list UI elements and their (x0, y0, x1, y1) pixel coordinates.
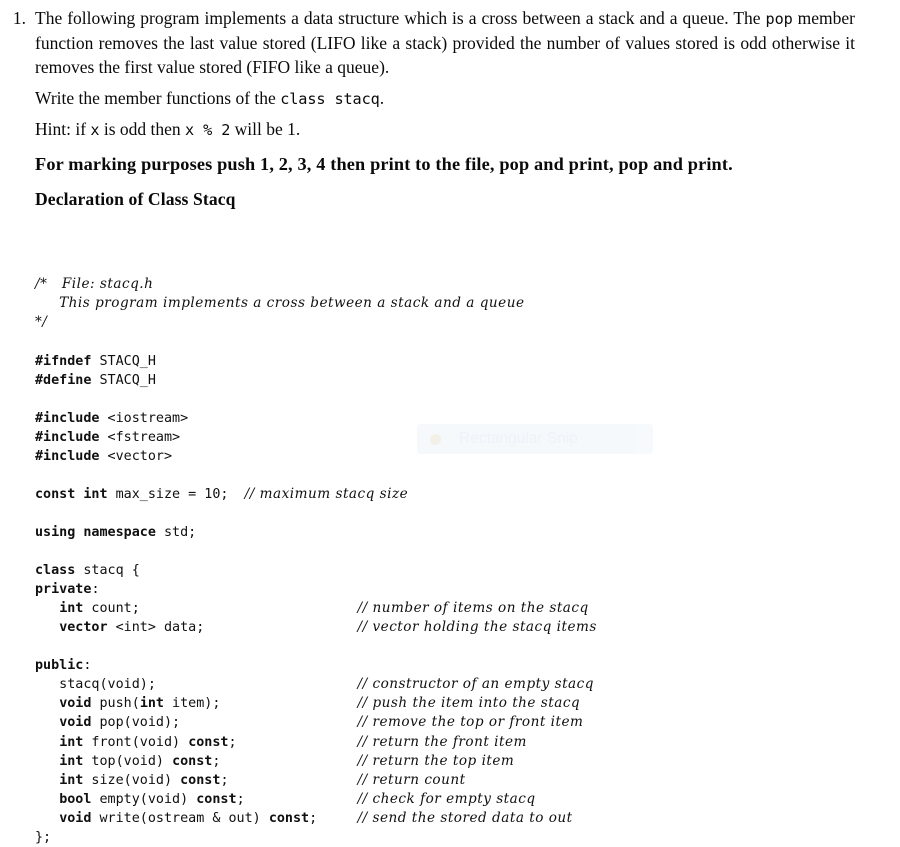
code-line: void pop(void); // remove the top or fro… (59, 714, 584, 731)
inline-code-class-stacq: class stacq (280, 89, 380, 108)
code-line: public: (35, 658, 92, 674)
code-line: class stacq { (35, 563, 140, 579)
paragraph-write-members: Write the member functions of the class … (35, 80, 855, 111)
code-line: }; (35, 829, 52, 845)
problem-body: The following program implements a data … (35, 0, 855, 210)
code-listing: /* File: stacq.h This program implements… (35, 275, 895, 846)
problem-block: 1. The following program implements a da… (0, 0, 900, 210)
paragraph-hint-part-a: Hint: if (35, 118, 91, 139)
paragraph-hint-part-c: will be 1. (230, 118, 301, 139)
code-line: stacq(void); // constructor of an empty … (35, 676, 594, 693)
code-line: #include <iostream> (35, 410, 189, 426)
marking-note: For marking purposes push 1, 2, 3, 4 the… (35, 154, 733, 175)
paragraph-write-part-b: . (379, 87, 385, 108)
code-line: */ (35, 314, 48, 331)
code-line: int front(void) const; // return the fro… (59, 733, 527, 750)
code-line: #include <vector> (35, 448, 173, 464)
code-line: private: (35, 582, 100, 598)
code-line: #ifndef STACQ_H (35, 353, 156, 369)
paragraph-intro-part-a: The following program implements a data … (35, 8, 766, 28)
inline-code-x-mod-2: x % 2 (185, 120, 231, 139)
code-line: This program implements a cross between … (35, 295, 525, 312)
section-heading-declaration: Declaration of Class Stacq (35, 188, 236, 209)
paragraph-write-part-a: Write the member functions of the (35, 87, 281, 108)
paragraph-intro: The following program implements a data … (35, 0, 855, 80)
code-line: /* File: stacq.h (35, 276, 154, 293)
code-line: void push(int item); // push the item in… (59, 695, 581, 712)
code-line: #include <fstream> (35, 429, 181, 445)
paragraph-hint: Hint: if x is odd then x % 2 will be 1. (35, 111, 855, 142)
code-line: #define STACQ_H (35, 372, 156, 388)
code-line: int top(void) const; // return the top i… (59, 752, 515, 769)
code-line: int count; // number of items on the sta… (59, 600, 589, 617)
inline-code-pop: pop (765, 10, 793, 28)
code-line: bool empty(void) const; // check for emp… (59, 790, 536, 807)
paragraph-hint-part-b: is odd then (99, 118, 186, 139)
problem-row: 1. The following program implements a da… (0, 0, 900, 210)
code-line: void write(ostream & out) const; // send… (59, 809, 573, 826)
code-line: const int max_size = 10; // maximum stac… (35, 485, 409, 502)
problem-number: 1. (12, 8, 26, 28)
code-line: using namespace std; (35, 525, 197, 540)
code-line: vector <int> data; // vector holding the… (59, 619, 597, 636)
code-line: int size(void) const; // return count (59, 771, 466, 788)
